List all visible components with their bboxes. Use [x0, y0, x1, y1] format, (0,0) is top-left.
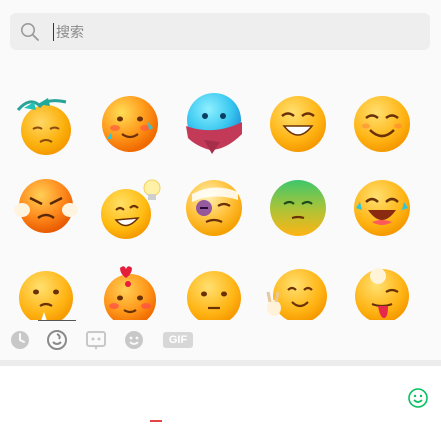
sticker-icon	[47, 330, 67, 350]
emoji-toolbar: GIF	[0, 320, 441, 360]
recent-tab[interactable]	[8, 328, 32, 352]
emoji-panel: GIF	[0, 0, 441, 360]
custom-sticker-icon	[86, 331, 106, 350]
emoji-blushing[interactable]	[98, 92, 162, 156]
sticker-tab[interactable]	[45, 328, 69, 352]
emoji-cold-scarf[interactable]	[182, 92, 246, 156]
custom-sticker-tab[interactable]	[84, 328, 108, 352]
emoji-neutral[interactable]	[182, 262, 246, 320]
smile-icon[interactable]	[407, 387, 429, 409]
gif-icon[interactable]: GIF	[163, 332, 193, 348]
search-input[interactable]	[54, 19, 418, 45]
emoji-sweating[interactable]	[14, 262, 78, 320]
emoji-big-grin[interactable]	[266, 92, 330, 156]
recent-icon	[11, 331, 29, 349]
search-icon	[21, 23, 39, 41]
active-tab-indicator	[38, 320, 76, 321]
emoji-angry-pout[interactable]	[14, 176, 78, 240]
emoji-peace-sign[interactable]	[266, 262, 330, 320]
emoji-idea-bulb[interactable]	[98, 176, 162, 240]
emoji-laughing[interactable]	[350, 176, 414, 240]
search-box[interactable]	[10, 13, 430, 50]
emoji-smile[interactable]	[350, 92, 414, 156]
emoji-bruised[interactable]	[182, 176, 246, 240]
emoji-grid	[0, 58, 441, 320]
emoji-in-love[interactable]	[98, 262, 162, 320]
emoji-bird-on-head[interactable]	[14, 92, 78, 156]
emoji-face-tab[interactable]	[122, 328, 146, 352]
emoji-green-face[interactable]	[266, 176, 330, 240]
emoji-tongue-out[interactable]	[350, 262, 414, 320]
emoji-face-icon	[125, 331, 143, 349]
message-input-area[interactable]	[0, 366, 441, 424]
red-mark	[150, 420, 162, 422]
partial-emoji	[112, 58, 148, 64]
